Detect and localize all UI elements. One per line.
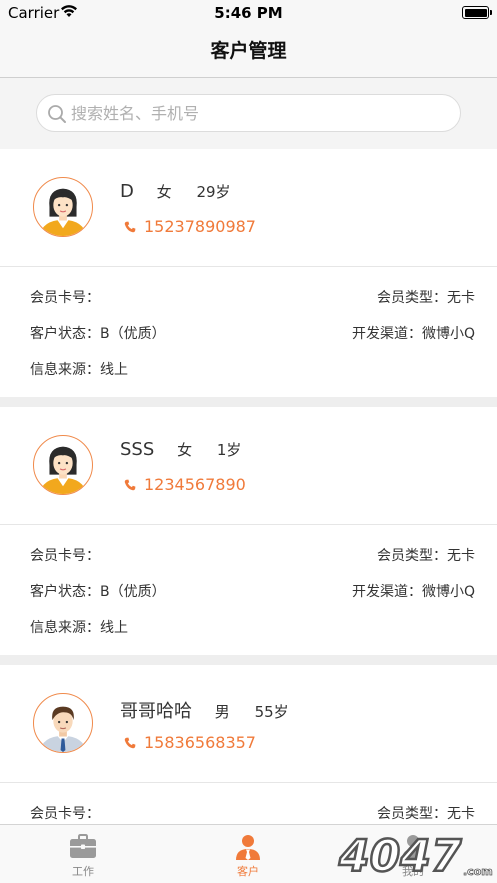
- channel-label: 开发渠道：: [351, 326, 422, 342]
- info-row: 会员卡号： 会员类型：无卡: [30, 545, 475, 565]
- info-row: 客户状态：B（优质） 开发渠道：微博小Q: [30, 581, 475, 601]
- source-label: 信息来源：: [30, 362, 100, 378]
- search-input[interactable]: [71, 98, 451, 128]
- watermark-domain: .com: [463, 865, 493, 878]
- customer-list[interactable]: D 女 29岁 15237890987 会员卡号： 会员类型：无卡 客户状态：B…: [0, 149, 497, 824]
- customer-name: 哥哥哈哈: [120, 701, 192, 722]
- member-type-label: 会员类型：: [377, 806, 447, 822]
- customer-card[interactable]: SSS 女 1岁 1234567890 会员卡号： 会员类型：无卡 客户状态：B…: [0, 407, 497, 655]
- info-row: 会员卡号： 会员类型：无卡: [30, 803, 475, 823]
- navigation-bar: 客户管理: [0, 26, 497, 78]
- channel-value: 微博小Q: [421, 326, 475, 342]
- source-value: 线上: [100, 620, 128, 636]
- info-row: 信息来源：线上: [30, 617, 475, 637]
- member-type-label: 会员类型：: [377, 548, 447, 564]
- card-number-label: 会员卡号：: [30, 290, 100, 306]
- avatar-male-icon: [33, 693, 93, 753]
- customer-name: D: [120, 181, 134, 202]
- watermark-text: 4047: [338, 831, 462, 882]
- customer-age: 29岁: [196, 183, 231, 201]
- tab-customer[interactable]: 客户: [208, 825, 288, 883]
- info-row: 信息来源：线上: [30, 359, 475, 379]
- customer-card-header[interactable]: D 女 29岁 15237890987: [0, 149, 497, 267]
- page-title: 客户管理: [210, 40, 287, 62]
- phone-number: 15237890987: [144, 217, 256, 236]
- card-number-label: 会员卡号：: [30, 806, 100, 822]
- search-icon: [48, 105, 66, 123]
- customer-age: 1岁: [216, 441, 242, 459]
- member-type-label: 会员类型：: [377, 290, 447, 306]
- source-label: 信息来源：: [30, 620, 100, 636]
- status-value: B（优质）: [100, 584, 166, 600]
- customer-gender: 男: [214, 703, 230, 721]
- tab-bar: 工作 客户 我的 4047 .com: [0, 824, 497, 883]
- card-number-label: 会员卡号：: [30, 548, 100, 564]
- search-box[interactable]: [36, 94, 461, 132]
- member-type-value: 无卡: [447, 548, 475, 564]
- battery-icon: [462, 6, 492, 19]
- avatar-female-icon: [33, 177, 93, 237]
- member-type-value: 无卡: [447, 806, 475, 822]
- tab-work-label: 工作: [72, 865, 94, 878]
- customer-age: 55岁: [254, 703, 289, 721]
- tab-work[interactable]: 工作: [43, 825, 123, 883]
- status-label: 客户状态：: [30, 326, 100, 342]
- channel-label: 开发渠道：: [351, 584, 422, 600]
- phone-number: 15836568357: [144, 733, 256, 752]
- customer-card[interactable]: D 女 29岁 15237890987 会员卡号： 会员类型：无卡 客户状态：B…: [0, 149, 497, 397]
- customer-name-line: SSS 女 1岁: [120, 439, 241, 460]
- phone-icon: [124, 737, 136, 749]
- avatar-female-icon: [33, 435, 93, 495]
- channel-value: 微博小Q: [421, 584, 475, 600]
- watermark-logo: 4047 .com: [337, 830, 493, 883]
- customer-card-details: 会员卡号： 会员类型：无卡 客户状态：B（优质） 开发渠道：微博小Q 信息来源：…: [0, 525, 497, 655]
- phone-icon: [124, 221, 136, 233]
- status-bar: Carrier 5:46 PM: [0, 0, 497, 26]
- search-area: [0, 78, 497, 149]
- customer-phone[interactable]: 15237890987: [124, 217, 256, 236]
- phone-icon: [124, 479, 136, 491]
- customer-card-details: 会员卡号： 会员类型：无卡 客户状态：B（优质） 开发渠道：微博小Q 信息来源：…: [0, 267, 497, 397]
- customer-name-line: D 女 29岁: [120, 181, 231, 202]
- clock: 5:46 PM: [214, 4, 283, 22]
- customer-card-details: 会员卡号： 会员类型：无卡: [0, 783, 497, 824]
- status-label: 客户状态：: [30, 584, 100, 600]
- customer-name-line: 哥哥哈哈 男 55岁: [120, 697, 289, 723]
- member-type-value: 无卡: [447, 290, 475, 306]
- customer-phone[interactable]: 15836568357: [124, 733, 256, 752]
- tab-customer-label: 客户: [237, 865, 259, 878]
- briefcase-icon: [70, 834, 96, 858]
- source-value: 线上: [100, 362, 128, 378]
- customer-icon: [236, 835, 260, 860]
- customer-phone[interactable]: 1234567890: [124, 475, 246, 494]
- customer-card-header[interactable]: SSS 女 1岁 1234567890: [0, 407, 497, 525]
- phone-number: 1234567890: [144, 475, 246, 494]
- customer-card[interactable]: 哥哥哈哈 男 55岁 15836568357 会员卡号： 会员类型：无卡: [0, 665, 497, 824]
- customer-gender: 女: [156, 183, 172, 201]
- customer-gender: 女: [177, 441, 193, 459]
- customer-name: SSS: [120, 439, 155, 460]
- status-value: B（优质）: [100, 326, 166, 342]
- info-row: 会员卡号： 会员类型：无卡: [30, 287, 475, 307]
- info-row: 客户状态：B（优质） 开发渠道：微博小Q: [30, 323, 475, 343]
- customer-card-header[interactable]: 哥哥哈哈 男 55岁 15836568357: [0, 665, 497, 783]
